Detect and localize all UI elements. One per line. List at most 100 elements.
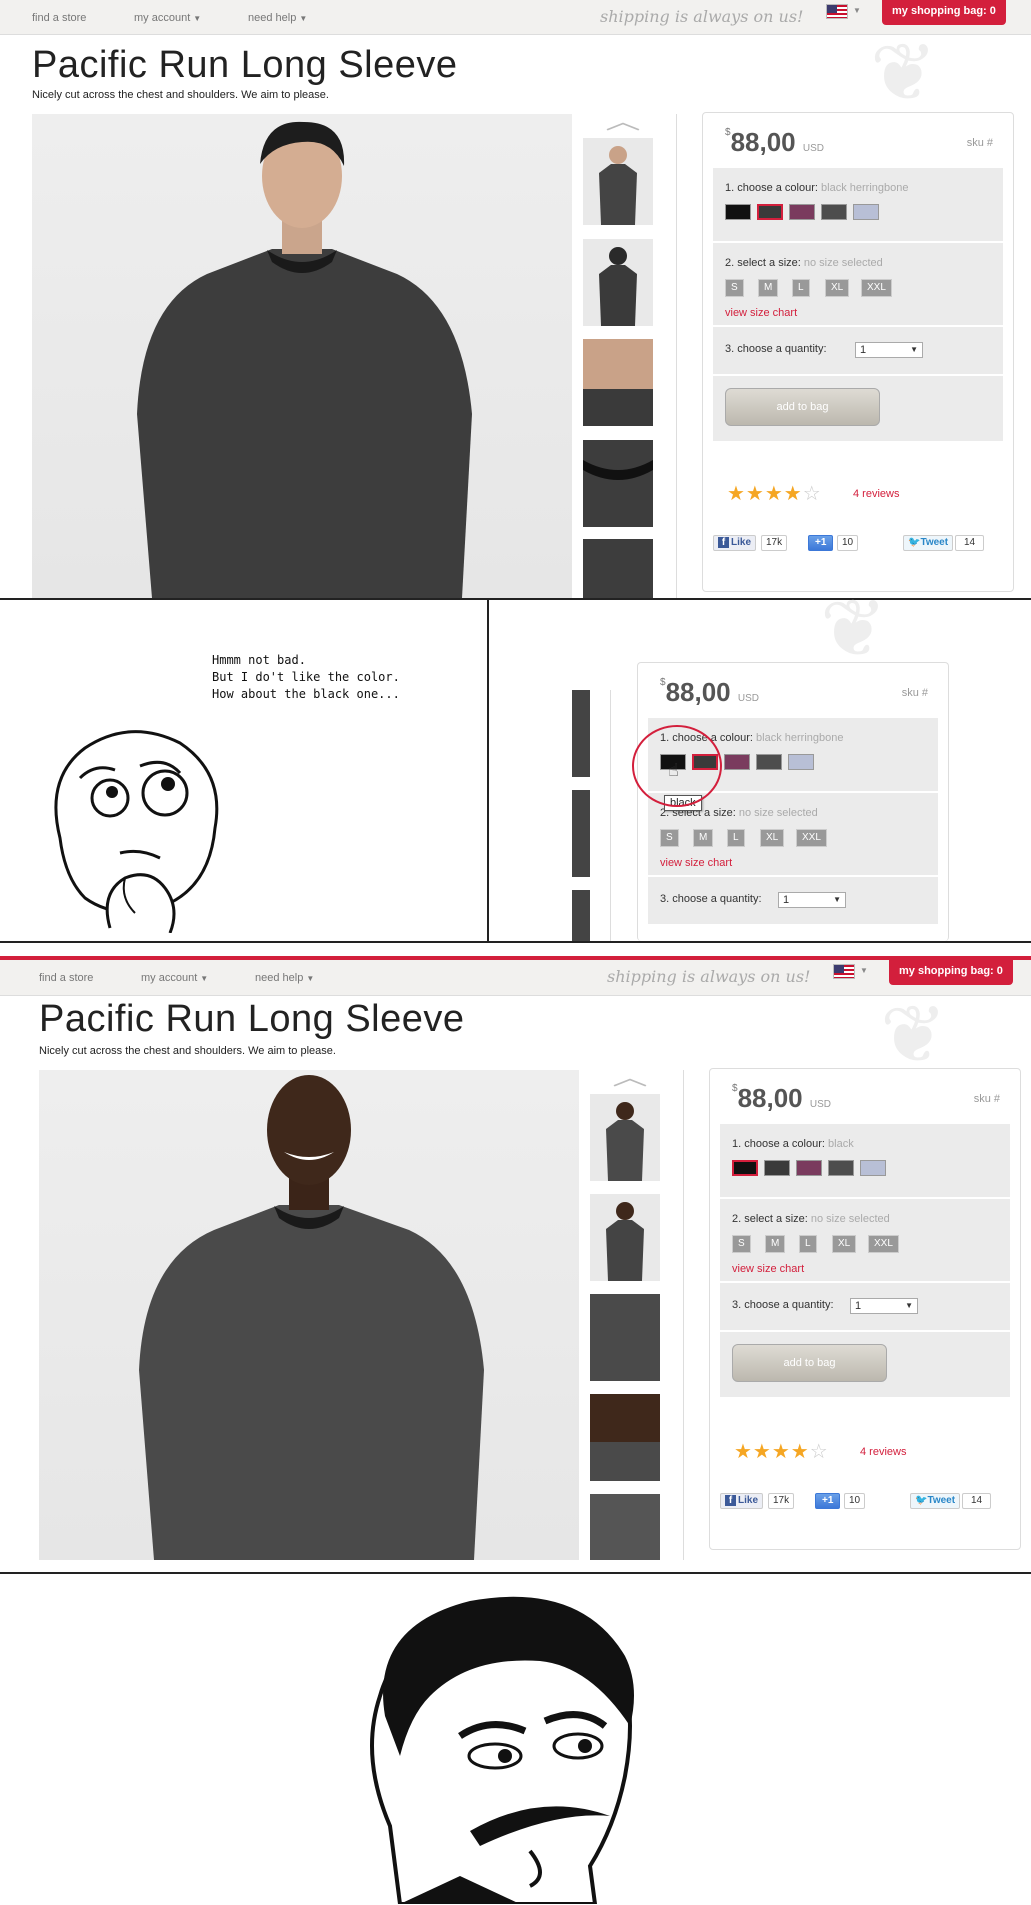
size-xl-button[interactable]: XL — [832, 1235, 857, 1253]
add-to-bag-button[interactable]: add to bag — [732, 1344, 887, 1382]
size-s-button[interactable]: S — [725, 279, 744, 297]
chevron-down-icon[interactable]: ▼ — [853, 6, 861, 15]
product-thumbnail[interactable] — [572, 790, 590, 877]
us-flag-icon[interactable] — [826, 4, 848, 19]
column-divider — [683, 1070, 684, 1560]
find-store-link[interactable]: find a store — [32, 12, 86, 24]
product-thumbnail[interactable] — [590, 1294, 660, 1381]
size-chart-link[interactable]: view size chart — [732, 1263, 804, 1275]
size-step-label: 2. select a size: — [725, 257, 801, 269]
product-thumbnail[interactable] — [583, 138, 653, 225]
page-title: Pacific Run Long Sleeve — [32, 44, 458, 86]
size-s-button[interactable]: S — [660, 829, 679, 847]
size-s-button[interactable]: S — [732, 1235, 751, 1253]
add-step: add to bag — [720, 1332, 1010, 1397]
tweet-button[interactable]: 🐦Tweet — [910, 1493, 961, 1509]
size-selected: no size selected — [738, 807, 818, 819]
size-xl-button[interactable]: XL — [760, 829, 785, 847]
swatch-black-herringbone[interactable] — [757, 204, 783, 220]
swatch-grey[interactable] — [821, 204, 847, 220]
us-flag-icon[interactable] — [833, 964, 855, 979]
product-thumbnail[interactable] — [572, 690, 590, 777]
size-chart-link[interactable]: view size chart — [725, 307, 797, 319]
swatch-grey[interactable] — [828, 1160, 854, 1176]
thumbs-up-arrow-icon[interactable]: ︿ — [612, 1060, 647, 1092]
purchase-card: $88,00 USD sku # 1. choose a colour: bla… — [702, 112, 1014, 592]
product-thumbnail[interactable] — [583, 339, 653, 426]
quantity-select[interactable]: 1 ▼ — [778, 892, 846, 908]
colour-step-label: 1. choose a colour: — [725, 182, 818, 194]
size-label: 2. select a size: no size selected — [732, 1213, 890, 1225]
colour-step: 1. choose a colour: black — [720, 1124, 1010, 1197]
quantity-select[interactable]: 1 ▼ — [855, 342, 923, 358]
facebook-like-button[interactable]: f Like — [713, 535, 757, 551]
chevron-down-icon: ▼ — [200, 974, 209, 983]
product-thumbnail[interactable] — [583, 440, 653, 527]
thumbs-up-arrow-icon[interactable]: ︿ — [605, 104, 640, 136]
product-photo[interactable] — [32, 114, 572, 598]
size-l-button[interactable]: L — [792, 279, 810, 297]
chevron-down-icon[interactable]: ▼ — [860, 966, 868, 975]
swatch-black[interactable] — [732, 1160, 758, 1176]
add-to-bag-button[interactable]: add to bag — [725, 388, 880, 426]
chevron-down-icon: ▼ — [299, 14, 308, 23]
need-help-link[interactable]: need help ▼ — [248, 12, 307, 24]
shopping-bag-button[interactable]: my shopping bag: 0 — [882, 0, 1006, 25]
swatch-grey[interactable] — [756, 754, 782, 770]
my-account-link[interactable]: my account ▼ — [134, 12, 201, 24]
swatch-black[interactable] — [725, 204, 751, 220]
quantity-label: 3. choose a quantity: — [660, 893, 762, 905]
product-thumbnail[interactable] — [590, 1194, 660, 1281]
product-thumbnail[interactable] — [572, 890, 590, 941]
chevron-down-icon: ▼ — [910, 345, 918, 354]
size-m-button[interactable]: M — [765, 1235, 786, 1253]
swatch-black-herringbone[interactable] — [764, 1160, 790, 1176]
facebook-like-button[interactable]: f Like — [720, 1493, 764, 1509]
colour-step-label: 1. choose a colour: — [732, 1138, 825, 1150]
swatch-lavender[interactable] — [853, 204, 879, 220]
tweet-label: Tweet — [927, 1495, 956, 1506]
product-thumbnail[interactable] — [590, 1094, 660, 1181]
my-account-link[interactable]: my account ▼ — [141, 972, 208, 984]
shopping-bag-button[interactable]: my shopping bag: 0 — [889, 960, 1013, 985]
size-xxl-button[interactable]: XXL — [796, 829, 827, 847]
product-photo[interactable] — [39, 1070, 579, 1560]
quantity-select[interactable]: 1 ▼ — [850, 1298, 918, 1314]
reviews-link[interactable]: 4 reviews — [860, 1446, 906, 1458]
like-count: 17k — [768, 1493, 795, 1509]
product-panel-3: ❦ Pacific Run Long Sleeve Nicely cut acr… — [0, 988, 1031, 1572]
rating-stars: ★★★★☆ — [727, 483, 822, 505]
google-plus-button[interactable]: +1 — [808, 535, 834, 551]
google-plus-button[interactable]: +1 — [815, 1493, 841, 1509]
my-account-label: my account — [141, 972, 198, 984]
swatch-plum[interactable] — [796, 1160, 822, 1176]
top-nav: find a store my account ▼ need help ▼ ship… — [0, 956, 1031, 996]
swatch-plum[interactable] — [724, 754, 750, 770]
reaction-face-illustration — [370, 1596, 634, 1904]
size-l-button[interactable]: L — [727, 829, 745, 847]
product-thumbnail[interactable] — [590, 1494, 660, 1560]
colour-label: 1. choose a colour: black herringbone — [725, 182, 908, 194]
product-thumbnail[interactable] — [583, 539, 653, 598]
size-xl-button[interactable]: XL — [825, 279, 850, 297]
size-xxl-button[interactable]: XXL — [861, 279, 892, 297]
tweet-button[interactable]: 🐦Tweet — [903, 535, 954, 551]
find-store-link[interactable]: find a store — [39, 972, 93, 984]
swatch-plum[interactable] — [789, 204, 815, 220]
chevron-down-icon: ▼ — [905, 1301, 913, 1310]
size-m-button[interactable]: M — [693, 829, 714, 847]
need-help-link[interactable]: need help ▼ — [255, 972, 314, 984]
size-step: 2. select a size: no size selected S M L… — [713, 243, 1003, 325]
swatch-lavender[interactable] — [788, 754, 814, 770]
size-chart-link[interactable]: view size chart — [660, 857, 732, 869]
page-title: Pacific Run Long Sleeve — [39, 998, 465, 1040]
size-l-button[interactable]: L — [799, 1235, 817, 1253]
comic-middle-panel: Hmmm not bad. But I do't like the color.… — [0, 582, 1031, 943]
reviews-link[interactable]: 4 reviews — [853, 488, 899, 500]
product-thumbnail[interactable] — [590, 1394, 660, 1481]
size-m-button[interactable]: M — [758, 279, 779, 297]
size-xxl-button[interactable]: XXL — [868, 1235, 899, 1253]
swatch-lavender[interactable] — [860, 1160, 886, 1176]
sku-label: sku # — [901, 687, 928, 699]
product-thumbnail[interactable] — [583, 239, 653, 326]
